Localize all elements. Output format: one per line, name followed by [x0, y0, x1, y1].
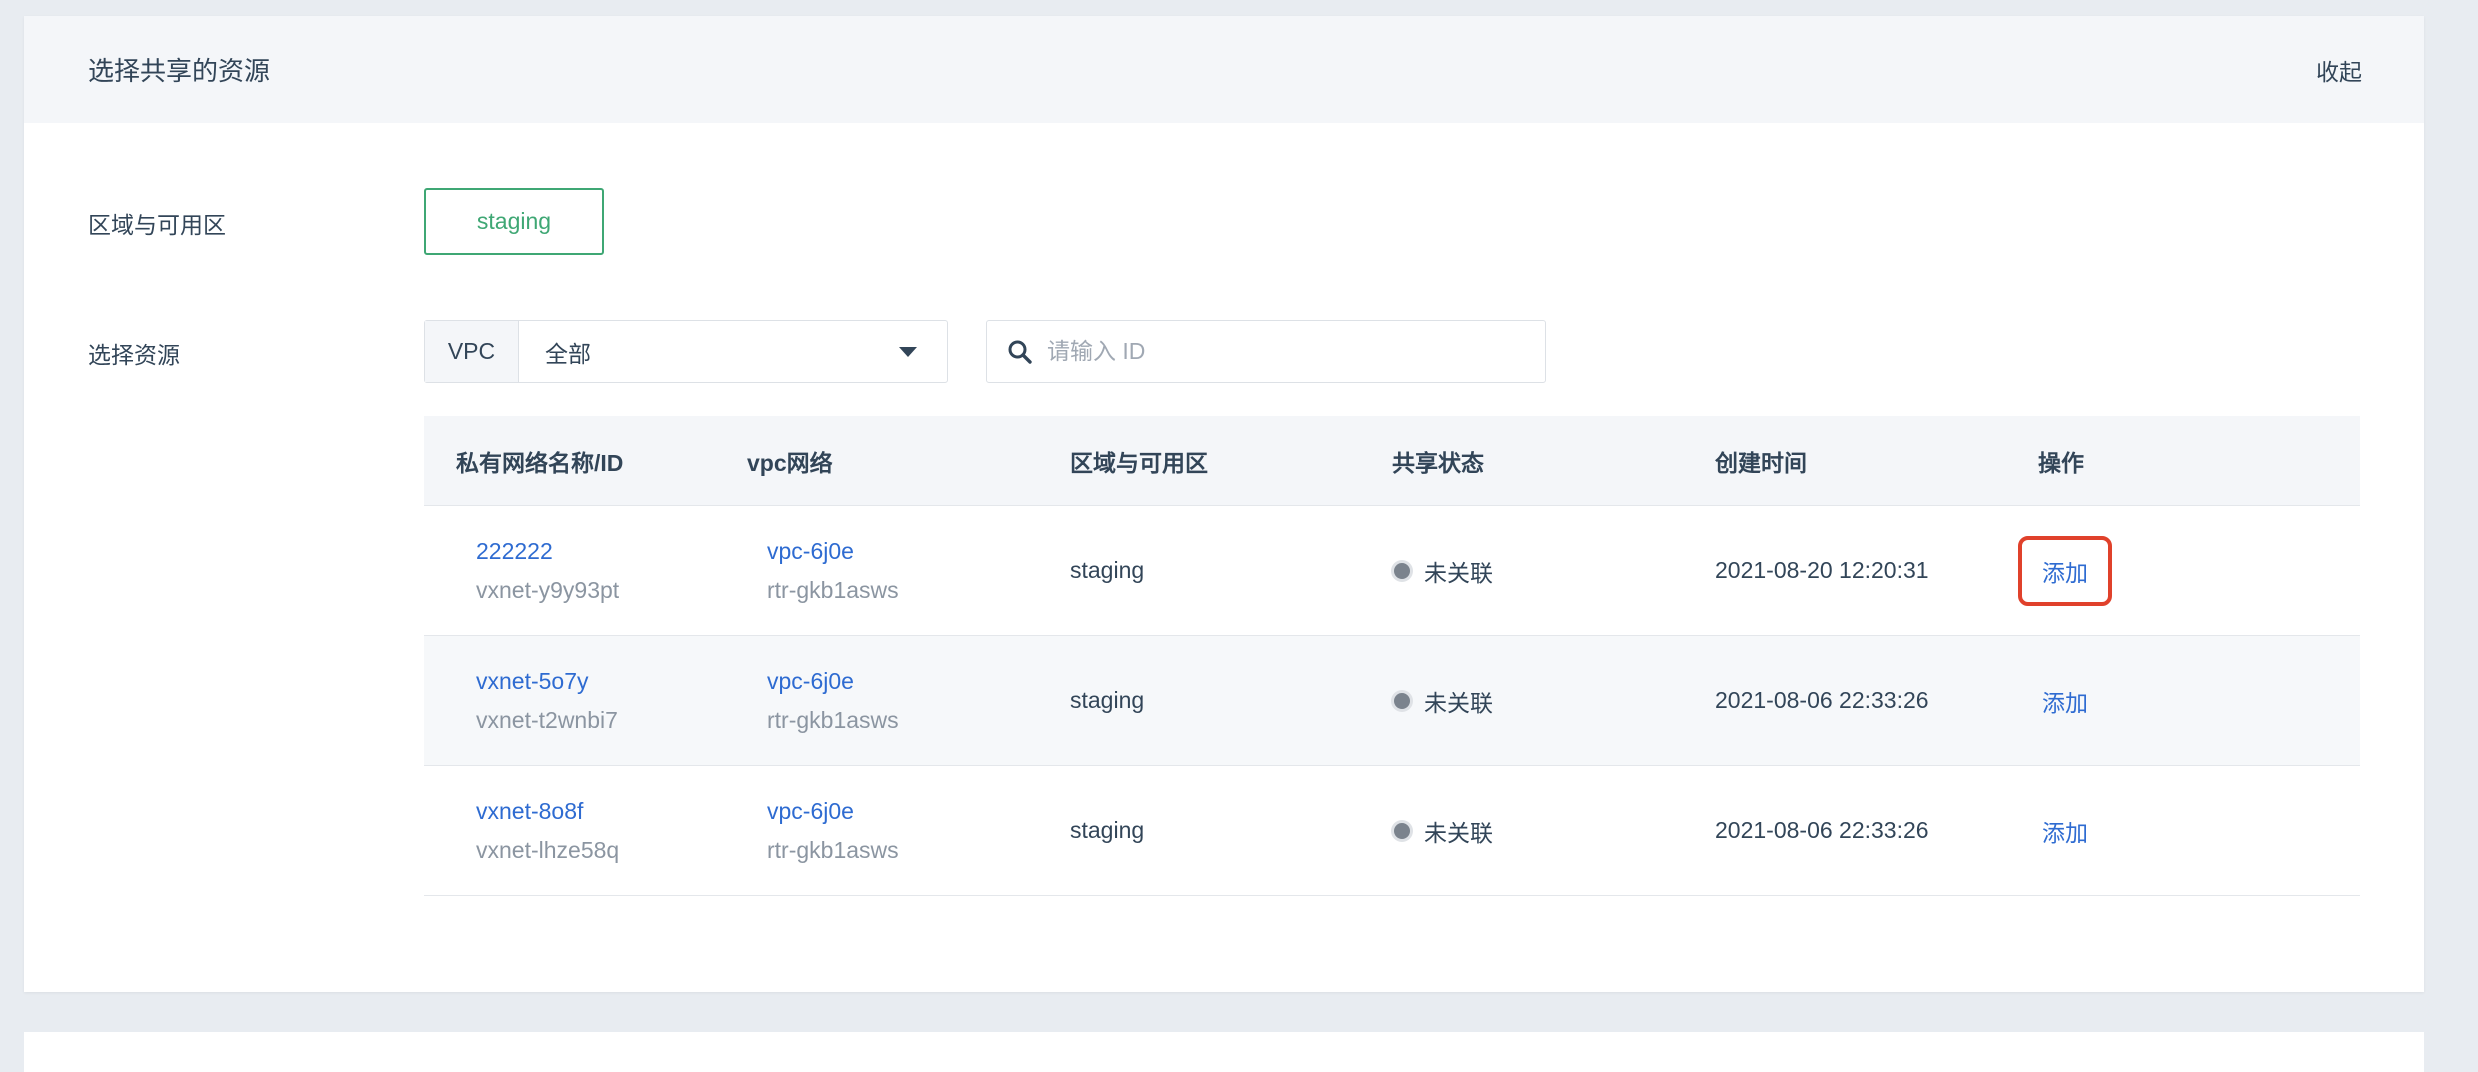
vpc-link[interactable]: vpc-6j0e	[767, 668, 1070, 695]
vxnet-id: vxnet-y9y93pt	[476, 576, 620, 603]
header-vpc: vpc网络	[747, 449, 833, 476]
header-status: 共享状态	[1392, 449, 1484, 476]
status-text: 未关联	[1424, 819, 1493, 846]
header-zone: 区域与可用区	[1070, 449, 1208, 476]
search-icon	[1008, 340, 1032, 364]
share-resource-panel: 选择共享的资源 收起 区域与可用区 staging 选择资源 VPC 全部 私有…	[24, 16, 2424, 992]
vxnet-name-link[interactable]: vxnet-5o7y	[476, 668, 747, 695]
vxnet-id: vxnet-lhze58q	[476, 836, 620, 863]
status-badge: 未关联	[1392, 684, 1715, 718]
status-text: 未关联	[1424, 689, 1493, 716]
panel-header: 选择共享的资源 收起	[24, 16, 2424, 123]
created-time: 2021-08-20 12:20:31	[1715, 557, 1929, 583]
table-header: 私有网络名称/ID vpc网络 区域与可用区 共享状态 创建时间 操作	[424, 416, 2360, 506]
status-dot-icon	[1394, 692, 1410, 709]
collapse-button[interactable]: 收起	[2316, 53, 2362, 87]
header-action: 操作	[2038, 449, 2084, 476]
header-name: 私有网络名称/ID	[456, 449, 624, 476]
vpc-link[interactable]: vpc-6j0e	[767, 538, 1070, 565]
add-button[interactable]: 添加	[2018, 796, 2112, 866]
zone-cell: staging	[1070, 817, 1145, 843]
status-text: 未关联	[1424, 559, 1493, 586]
created-time: 2021-08-06 22:33:26	[1715, 817, 1929, 843]
add-button[interactable]: 添加	[2018, 535, 2112, 606]
zone-cell: staging	[1070, 557, 1145, 583]
resource-type-select[interactable]: VPC 全部	[424, 320, 948, 383]
router-id: rtr-gkb1asws	[767, 836, 899, 863]
status-badge: 未关联	[1392, 814, 1715, 848]
table-row: vxnet-5o7y vxnet-t2wnbi7 vpc-6j0e rtr-gk…	[424, 636, 2360, 766]
chevron-down-icon	[899, 346, 917, 357]
zone-cell: staging	[1070, 687, 1145, 713]
add-button[interactable]: 添加	[2018, 666, 2112, 736]
status-dot-icon	[1394, 822, 1410, 839]
table-row: vxnet-8o8f vxnet-lhze58q vpc-6j0e rtr-gk…	[424, 766, 2360, 896]
resource-table: 私有网络名称/ID vpc网络 区域与可用区 共享状态 创建时间 操作 2222…	[424, 416, 2360, 896]
vpc-link[interactable]: vpc-6j0e	[767, 798, 1070, 825]
vxnet-name-link[interactable]: 222222	[476, 538, 747, 565]
router-id: rtr-gkb1asws	[767, 576, 899, 603]
resource-type-value[interactable]: 全部	[519, 321, 947, 382]
status-badge: 未关联	[1392, 554, 1715, 588]
search-input[interactable]	[1047, 338, 1487, 365]
created-time: 2021-08-06 22:33:26	[1715, 687, 1929, 713]
resource-label: 选择资源	[88, 342, 180, 368]
vxnet-name-link[interactable]: vxnet-8o8f	[476, 798, 747, 825]
resource-type-prefix: VPC	[425, 321, 519, 382]
status-dot-icon	[1394, 562, 1410, 579]
table-row: 222222 vxnet-y9y93pt vpc-6j0e rtr-gkb1as…	[424, 506, 2360, 636]
header-created: 创建时间	[1715, 449, 1807, 476]
resource-type-selected: 全部	[545, 340, 591, 367]
search-box[interactable]	[986, 320, 1546, 383]
panel-title: 选择共享的资源	[88, 56, 271, 86]
next-panel	[24, 1032, 2424, 1072]
zone-staging-button[interactable]: staging	[424, 188, 604, 255]
zone-label: 区域与可用区	[88, 212, 226, 238]
router-id: rtr-gkb1asws	[767, 706, 899, 733]
vxnet-id: vxnet-t2wnbi7	[476, 706, 618, 733]
